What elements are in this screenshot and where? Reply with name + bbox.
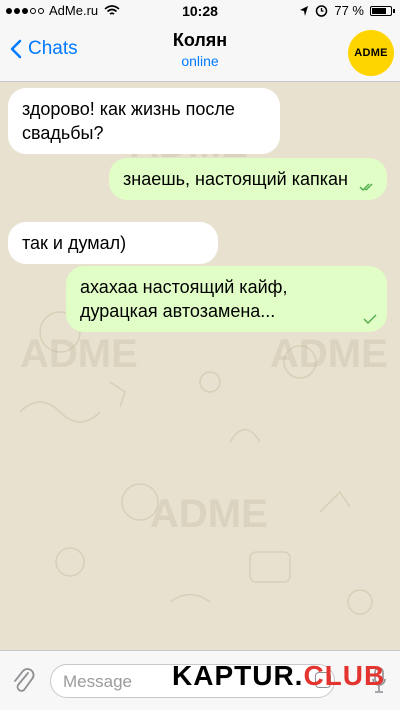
check-icon <box>363 314 377 324</box>
brand-accent: CLUB <box>303 660 386 691</box>
chat-title-block[interactable]: Колян online <box>0 30 400 69</box>
message-text: знаешь, настоящий капкан <box>123 169 348 189</box>
message-placeholder: Message <box>63 672 132 691</box>
message-text: ахахаа настоящий кайф, дурацкая автозаме… <box>80 277 288 321</box>
double-check-icon <box>359 183 373 191</box>
battery-icon <box>370 5 395 16</box>
watermark: ADME <box>20 332 138 376</box>
battery-percent: 77 % <box>334 3 364 18</box>
status-bar: AdMe.ru 10:28 77 % <box>0 0 400 22</box>
message-text: так и думал) <box>22 233 127 253</box>
paperclip-icon[interactable] <box>10 665 36 695</box>
site-watermark-logo: KAPTUR.CLUB <box>172 660 385 692</box>
chat-header: Chats Колян online ADME <box>0 22 400 82</box>
message-text: здорово! как жизнь после свадьбы? <box>22 99 235 143</box>
brand-main: KAPTUR. <box>172 660 304 691</box>
watermark: ADME <box>270 332 388 376</box>
status-right: 77 % <box>299 3 395 18</box>
alarm-icon <box>316 5 328 17</box>
watermark: ADME <box>150 492 268 536</box>
message-bubble-incoming[interactable]: так и думал) <box>8 222 218 264</box>
contact-name: Колян <box>172 30 228 50</box>
message-bubble-outgoing[interactable]: знаешь, настоящий капкан <box>109 158 387 200</box>
contact-status: online <box>181 53 219 69</box>
location-arrow-icon <box>300 5 309 16</box>
chat-area[interactable]: ADME ADME ADME ADME здорово! как жизнь п… <box>0 82 400 650</box>
message-bubble-incoming[interactable]: здорово! как жизнь после свадьбы? <box>8 88 280 154</box>
message-bubble-outgoing[interactable]: ахахаа настоящий кайф, дурацкая автозаме… <box>66 266 387 332</box>
avatar[interactable]: ADME <box>348 30 394 76</box>
